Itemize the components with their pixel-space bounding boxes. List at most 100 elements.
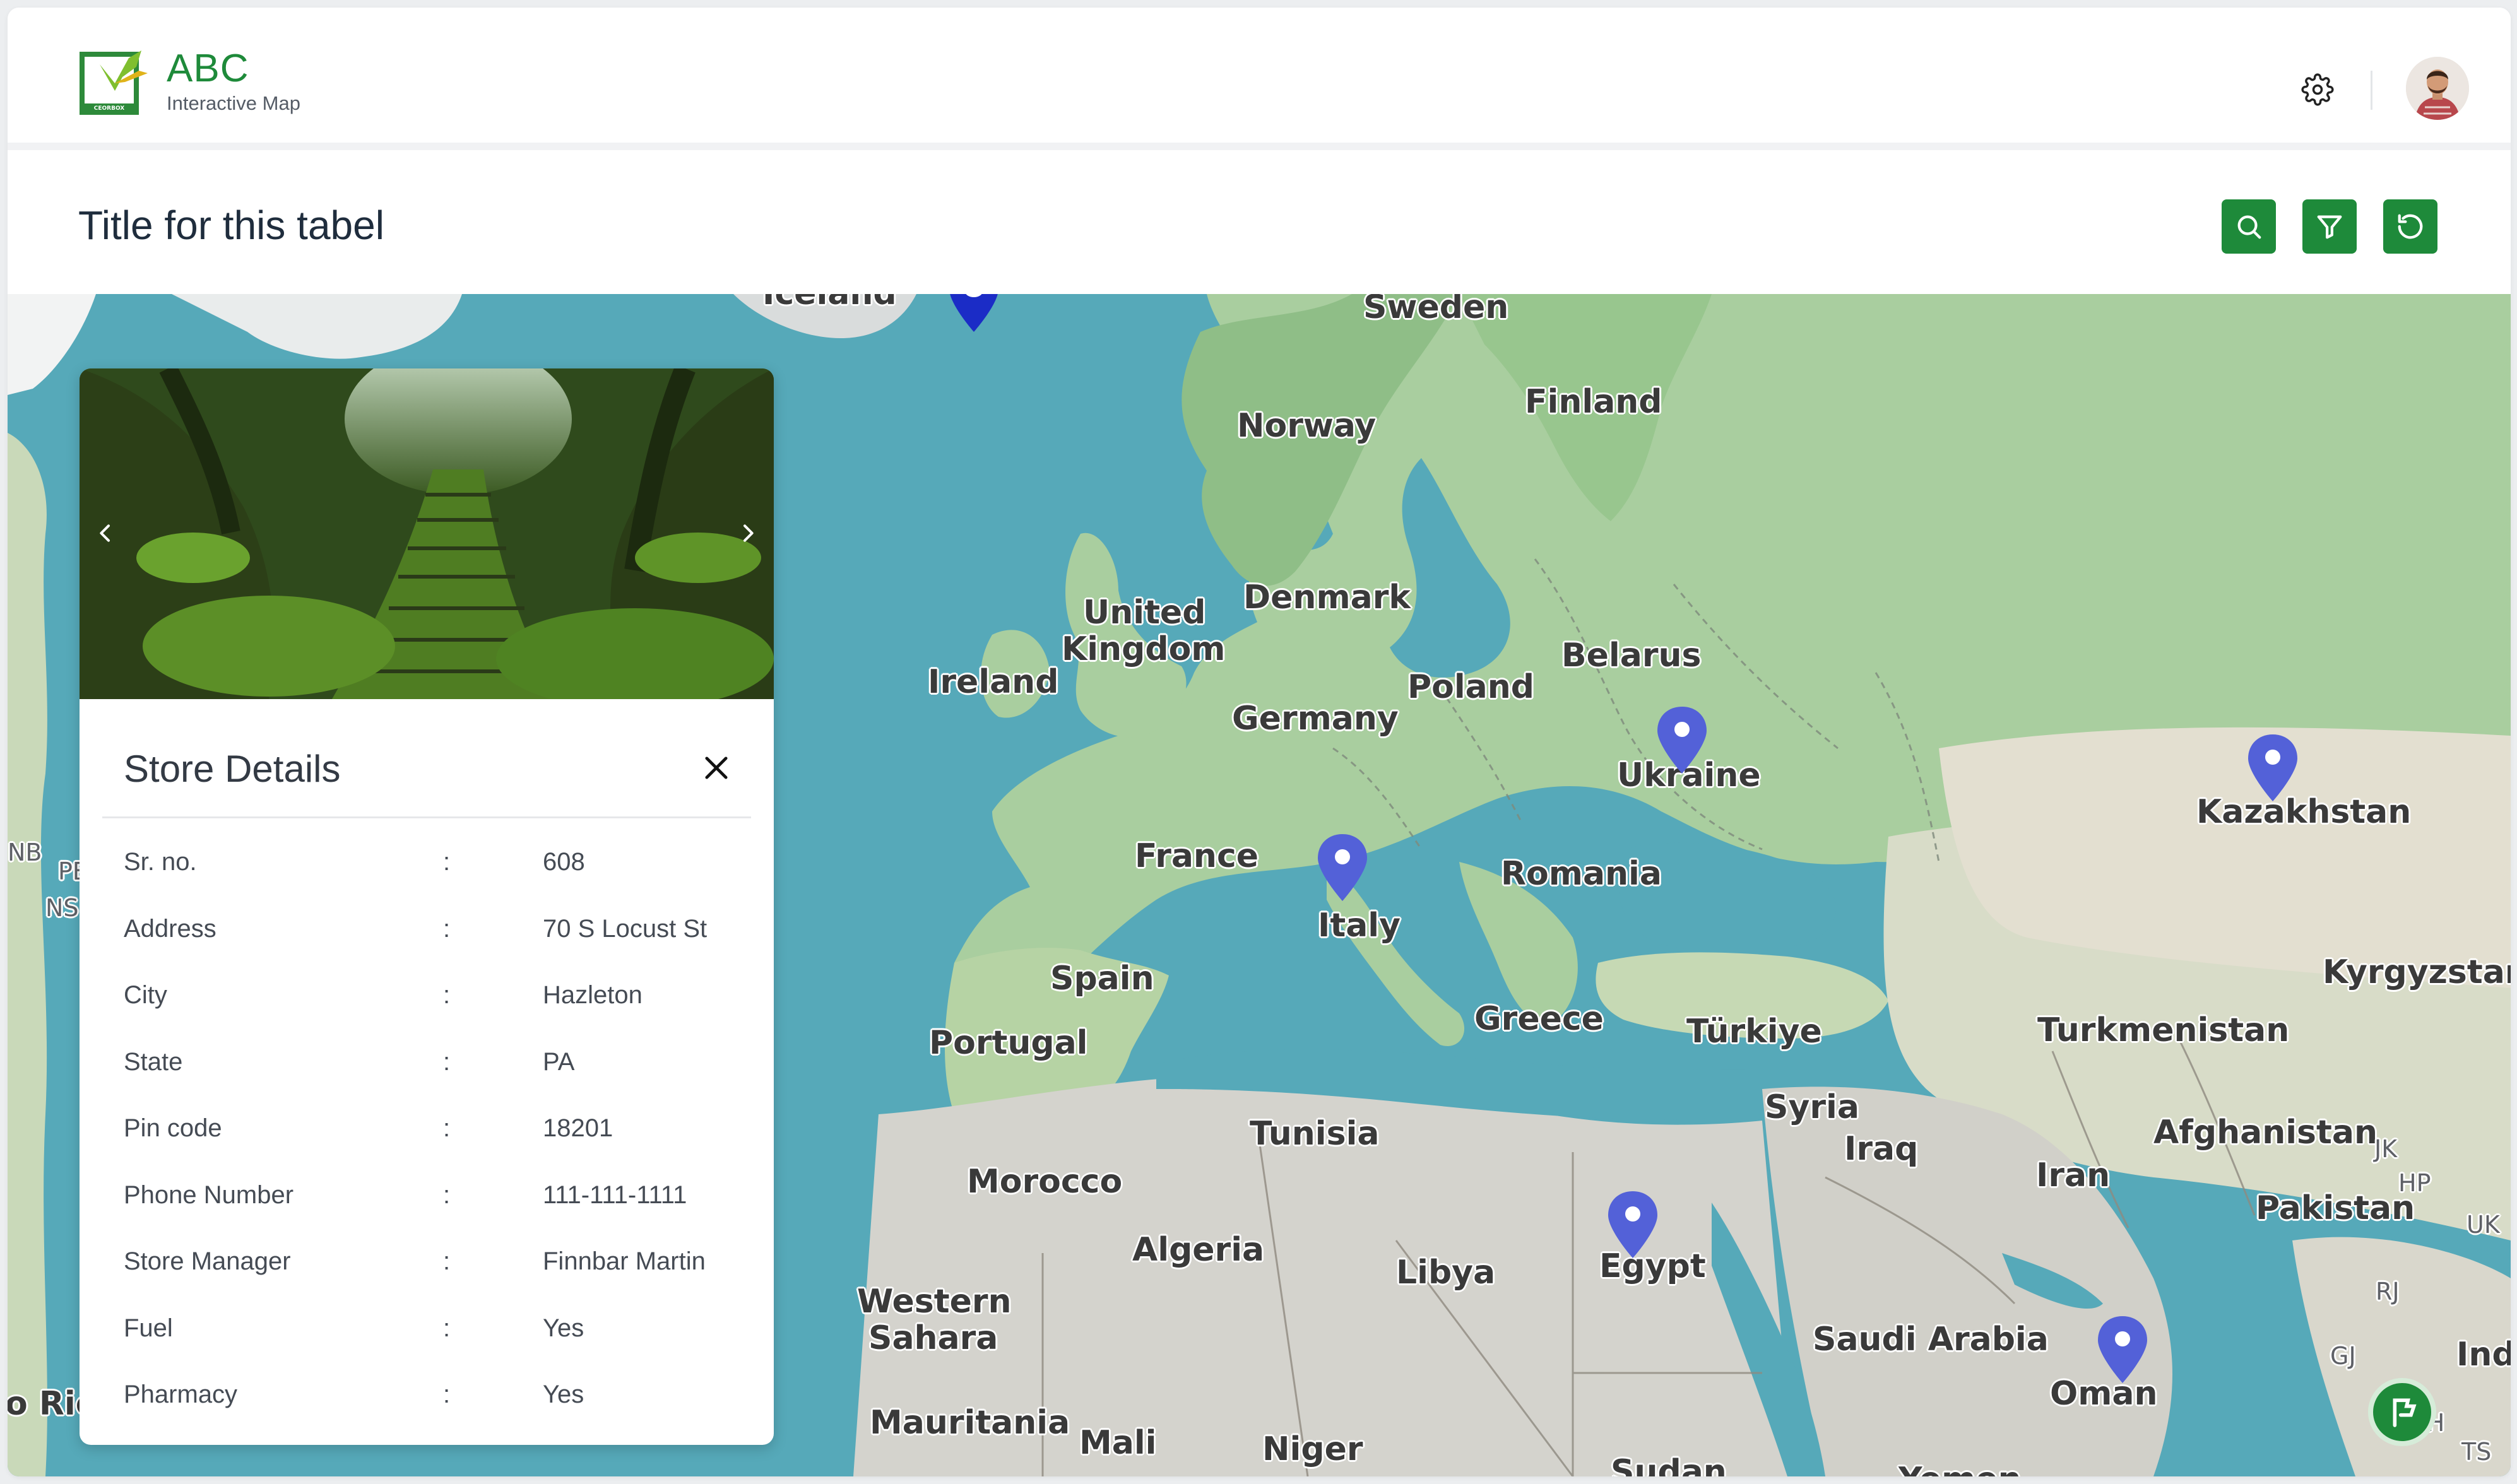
map-canvas[interactable]: Iceland Sweden Finland Norway Denmark Un…: [8, 294, 2511, 1476]
detail-value: 111-111-1111: [543, 1181, 687, 1209]
flag-action-button[interactable]: [2368, 1378, 2436, 1446]
detail-row: Store Manager : Finnbar Martin: [124, 1235, 767, 1302]
map-label: Belarus: [1561, 637, 1702, 674]
app-subtitle: Interactive Map: [167, 92, 300, 114]
detail-value: Yes: [543, 1314, 584, 1342]
map-label: Poland: [1407, 668, 1534, 706]
map-label: Kingdom: [1062, 630, 1226, 668]
app-name: ABC: [167, 47, 249, 90]
detail-label: State: [124, 1047, 183, 1076]
detail-separator: :: [443, 1381, 451, 1408]
map-label: Germany: [1232, 700, 1399, 738]
carousel-prev-button[interactable]: [85, 512, 126, 554]
map-label: Saudi Arabia: [1813, 1321, 2049, 1358]
map-label: Portugal: [929, 1024, 1088, 1062]
map-minor-label: RJ: [2376, 1278, 2400, 1305]
map-label: Turkmenistan: [2037, 1011, 2290, 1049]
detail-separator: :: [443, 1314, 451, 1342]
map-label: Mauritania: [870, 1404, 1070, 1442]
map-minor-label: NB: [8, 839, 42, 866]
map-label: France: [1135, 837, 1259, 875]
map-label: Denmark: [1243, 579, 1411, 616]
search-icon: [2237, 215, 2261, 239]
page-title: Title for this tabel: [78, 203, 384, 248]
gear-icon: [2301, 73, 2334, 106]
search-button[interactable]: [2222, 199, 2276, 254]
map-label: Yemen: [1898, 1461, 2022, 1476]
detail-separator: :: [443, 914, 451, 943]
detail-row: Sr. no. : 608: [124, 835, 767, 902]
detail-value: 18201: [543, 1114, 613, 1142]
detail-value: PA: [543, 1047, 575, 1076]
map-label: Finland: [1525, 383, 1662, 421]
logo-icon: CEORBOX: [78, 45, 151, 119]
map-label: Iran: [2036, 1157, 2111, 1194]
map-label: Norway: [1237, 407, 1377, 445]
detail-row: State : PA: [124, 1035, 767, 1102]
map-label: Algeria: [1132, 1231, 1265, 1269]
map-label: Libya: [1396, 1254, 1496, 1292]
map-label: Mali: [1079, 1424, 1157, 1462]
details-list: Sr. no. : 608 Address : 70 S Locust St C…: [124, 835, 767, 1435]
detail-label: Pin code: [124, 1114, 222, 1142]
filter-button[interactable]: [2302, 199, 2357, 254]
store-details-card: Store Details Sr. no. : 608 Address : 70…: [80, 368, 774, 1445]
map-marker-ukraine[interactable]: [1654, 704, 1710, 777]
detail-value: Finnbar Martin: [543, 1247, 706, 1275]
user-avatar[interactable]: [2406, 57, 2469, 120]
map-label: Syria: [1765, 1088, 1859, 1126]
map-pin-icon: [2098, 1316, 2147, 1383]
detail-label: Pharmacy: [124, 1381, 238, 1408]
map-label: United: [1083, 594, 1206, 632]
map-label: Western: [857, 1283, 1012, 1321]
settings-button[interactable]: [2297, 69, 2338, 110]
card-divider: [102, 816, 751, 818]
map-label: Morocco: [967, 1163, 1123, 1201]
detail-separator: :: [443, 1047, 451, 1076]
carousel-next-button[interactable]: [727, 512, 769, 554]
detail-value: 70 S Locust St: [543, 914, 708, 943]
map-label: Romania: [1501, 855, 1662, 893]
close-button[interactable]: [689, 741, 743, 795]
map-pin-icon: [1608, 1191, 1657, 1258]
header-divider: [2371, 71, 2372, 110]
detail-row: City : Hazleton: [124, 969, 767, 1035]
detail-value: Yes: [543, 1381, 584, 1408]
map-label: Indi: [2456, 1336, 2511, 1374]
close-icon: [705, 757, 728, 779]
detail-row: Pin code : 18201: [124, 1102, 767, 1169]
chevron-left-icon: [100, 524, 110, 542]
flag-icon: [2393, 1398, 2417, 1427]
detail-value: Hazleton: [543, 981, 643, 1009]
chevron-right-icon: [743, 524, 754, 542]
map-label: Türkiye: [1686, 1013, 1822, 1051]
detail-label: Store Manager: [124, 1247, 291, 1275]
detail-label: Address: [124, 914, 216, 943]
store-photo: [80, 368, 774, 699]
map-label: Tunisia: [1250, 1115, 1380, 1153]
map-label: Iraq: [1844, 1130, 1919, 1168]
map-label: Greece: [1474, 1000, 1604, 1038]
map-pin-icon: [1318, 834, 1367, 901]
detail-row: Address : 70 S Locust St: [124, 902, 767, 969]
app-window: CEORBOX ABC Interactive Map Title for th…: [8, 8, 2511, 1476]
map-label: Pakistan: [2256, 1189, 2415, 1227]
brand-logo[interactable]: CEORBOX ABC Interactive Map: [78, 45, 300, 119]
detail-label: Phone Number: [124, 1181, 294, 1209]
map-marker-oman[interactable]: [2094, 1314, 2151, 1387]
map-marker-italy[interactable]: [1314, 832, 1371, 905]
detail-label: Sr. no.: [124, 848, 197, 876]
detail-separator: :: [443, 981, 451, 1009]
map-label: Kazakhstan: [2196, 793, 2412, 831]
detail-label: Fuel: [124, 1314, 173, 1342]
map-marker-kazakhstan[interactable]: [2244, 732, 2301, 805]
detail-separator: :: [443, 848, 451, 876]
map-marker-egypt[interactable]: [1604, 1189, 1661, 1262]
map-marker-partial[interactable]: [945, 294, 1002, 336]
map-label: Italy: [1318, 907, 1401, 945]
detail-label: City: [124, 981, 167, 1009]
map-label: Kyrgyzstan: [2323, 953, 2511, 991]
map-pin-icon: [950, 294, 998, 332]
refresh-button[interactable]: [2383, 199, 2437, 254]
map-minor-label: HP: [2398, 1169, 2431, 1197]
